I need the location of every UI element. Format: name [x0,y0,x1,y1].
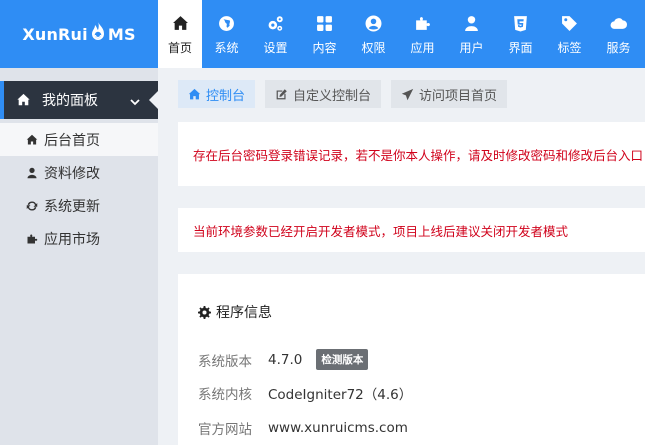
version-row: 系统版本 4.7.0 检测版本 [198,349,369,370]
edit-icon [275,88,288,101]
tab-label: 控制台 [206,88,246,104]
home-icon [26,134,38,146]
login-warning-alert: 存在后台密码登录错误记录，若不是你本人操作，请及时修改密码和修改后台入口 [178,122,645,186]
cloud-icon [610,14,628,32]
program-info-panel: 程序信息 系统版本 4.7.0 检测版本 系统内核 CodeIgniter72（… [178,274,645,445]
version-value: 4.7.0 [268,351,303,368]
cogs-icon [267,14,285,32]
nav-label: 标签 [557,41,582,55]
user-circle-icon [365,14,383,32]
active-notch [149,91,158,109]
sidebar-item-label: 应用市场 [44,231,100,248]
flame-logo-icon [89,21,107,43]
nav-label: 应用 [410,41,435,55]
core-value: CodeIgniter72（4.6） [268,387,413,403]
core-label: 系统内核 [198,387,252,403]
nav-item-home[interactable]: 首页 [158,0,202,68]
sidebar-item-label: 后台首页 [44,132,100,149]
sidebar-item-profile[interactable]: 资料修改 [0,156,158,189]
send-icon [401,88,414,101]
sidebar-section-title: 我的面板 [42,93,98,109]
sidebar: 我的面板 后台首页 资料修改 系统更新 应用市场 [0,68,158,445]
active-indicator [0,81,4,119]
nav-label: 系统 [214,41,239,55]
website-row: 官方网站 www.xunruicms.com [198,418,408,438]
puzzle-icon [414,14,432,32]
logo[interactable]: XunRui MS [0,0,158,68]
user-icon [26,167,38,179]
website-link[interactable]: www.xunruicms.com [268,420,408,436]
nav-label: 首页 [167,41,192,55]
top-nav: 首页 系统 设置 内容 权限 应用 用户 界面 标签 服务 [158,0,643,68]
nav-item-content[interactable]: 内容 [300,0,349,68]
tab-label: 访问项目首页 [419,88,498,104]
nav-item-users[interactable]: 用户 [447,0,496,68]
top-header: XunRui MS 首页 系统 设置 内容 权限 应用 用户 界面 标签 服务 [0,0,645,68]
login-warning-text: 存在后台密码登录错误记录，若不是你本人操作，请及时修改密码和修改后台入口 [193,147,644,163]
panel-title: 程序信息 [198,302,272,322]
panel-title-text: 程序信息 [216,305,272,321]
sidebar-list: 后台首页 资料修改 系统更新 应用市场 [0,123,158,255]
tab-bar: 控制台 自定义控制台 访问项目首页 [178,80,517,108]
nav-item-tags[interactable]: 标签 [545,0,594,68]
grid-icon [316,14,334,32]
tab-custom-console[interactable]: 自定义控制台 [265,80,382,108]
html5-icon [512,14,530,32]
nav-label: 设置 [263,41,288,55]
nav-item-system[interactable]: 系统 [202,0,251,68]
dev-mode-alert: 当前环境参数已经开启开发者模式，项目上线后建议关闭开发者模式 [178,208,645,252]
puzzle-icon [26,233,38,245]
sidebar-item-dashboard[interactable]: 后台首页 [0,123,158,156]
sidebar-item-update[interactable]: 系统更新 [0,189,158,222]
logo-text-right: MS [107,24,136,44]
nav-label: 内容 [312,41,337,55]
home-icon [16,93,34,107]
nav-label: 界面 [508,41,533,55]
tag-icon [561,14,579,32]
tab-console[interactable]: 控制台 [178,80,256,108]
nav-label: 用户 [459,41,484,55]
check-version-button[interactable]: 检测版本 [316,349,369,370]
dev-mode-warning-text: 当前环境参数已经开启开发者模式，项目上线后建议关闭开发者模式 [193,223,569,239]
sidebar-section-header[interactable]: 我的面板 [0,81,158,119]
logo-text-left: XunRui [22,24,88,44]
main-content: 控制台 自定义控制台 访问项目首页 存在后台密码登录错误记录，若不是你本人操作，… [158,68,645,445]
chevron-down-icon [130,95,140,106]
nav-item-services[interactable]: 服务 [594,0,643,68]
home-icon [171,14,189,32]
user-icon [463,14,481,32]
website-label: 官方网站 [198,422,252,438]
sidebar-item-label: 资料修改 [44,165,100,182]
sidebar-item-app-market[interactable]: 应用市场 [0,222,158,255]
nav-item-settings[interactable]: 设置 [251,0,300,68]
nav-item-permission[interactable]: 权限 [349,0,398,68]
nav-label: 权限 [361,41,386,55]
home-icon [188,88,201,101]
core-row: 系统内核 CodeIgniter72（4.6） [198,383,412,403]
sidebar-item-label: 系统更新 [44,198,100,215]
nav-item-interface[interactable]: 界面 [496,0,545,68]
nav-item-apps[interactable]: 应用 [398,0,447,68]
version-label: 系统版本 [198,353,252,370]
nav-label: 服务 [606,41,631,55]
tab-visit-homepage[interactable]: 访问项目首页 [391,80,508,108]
gear-icon [198,305,211,319]
refresh-icon [26,200,38,212]
tab-label: 自定义控制台 [293,88,372,104]
globe-icon [218,14,236,32]
